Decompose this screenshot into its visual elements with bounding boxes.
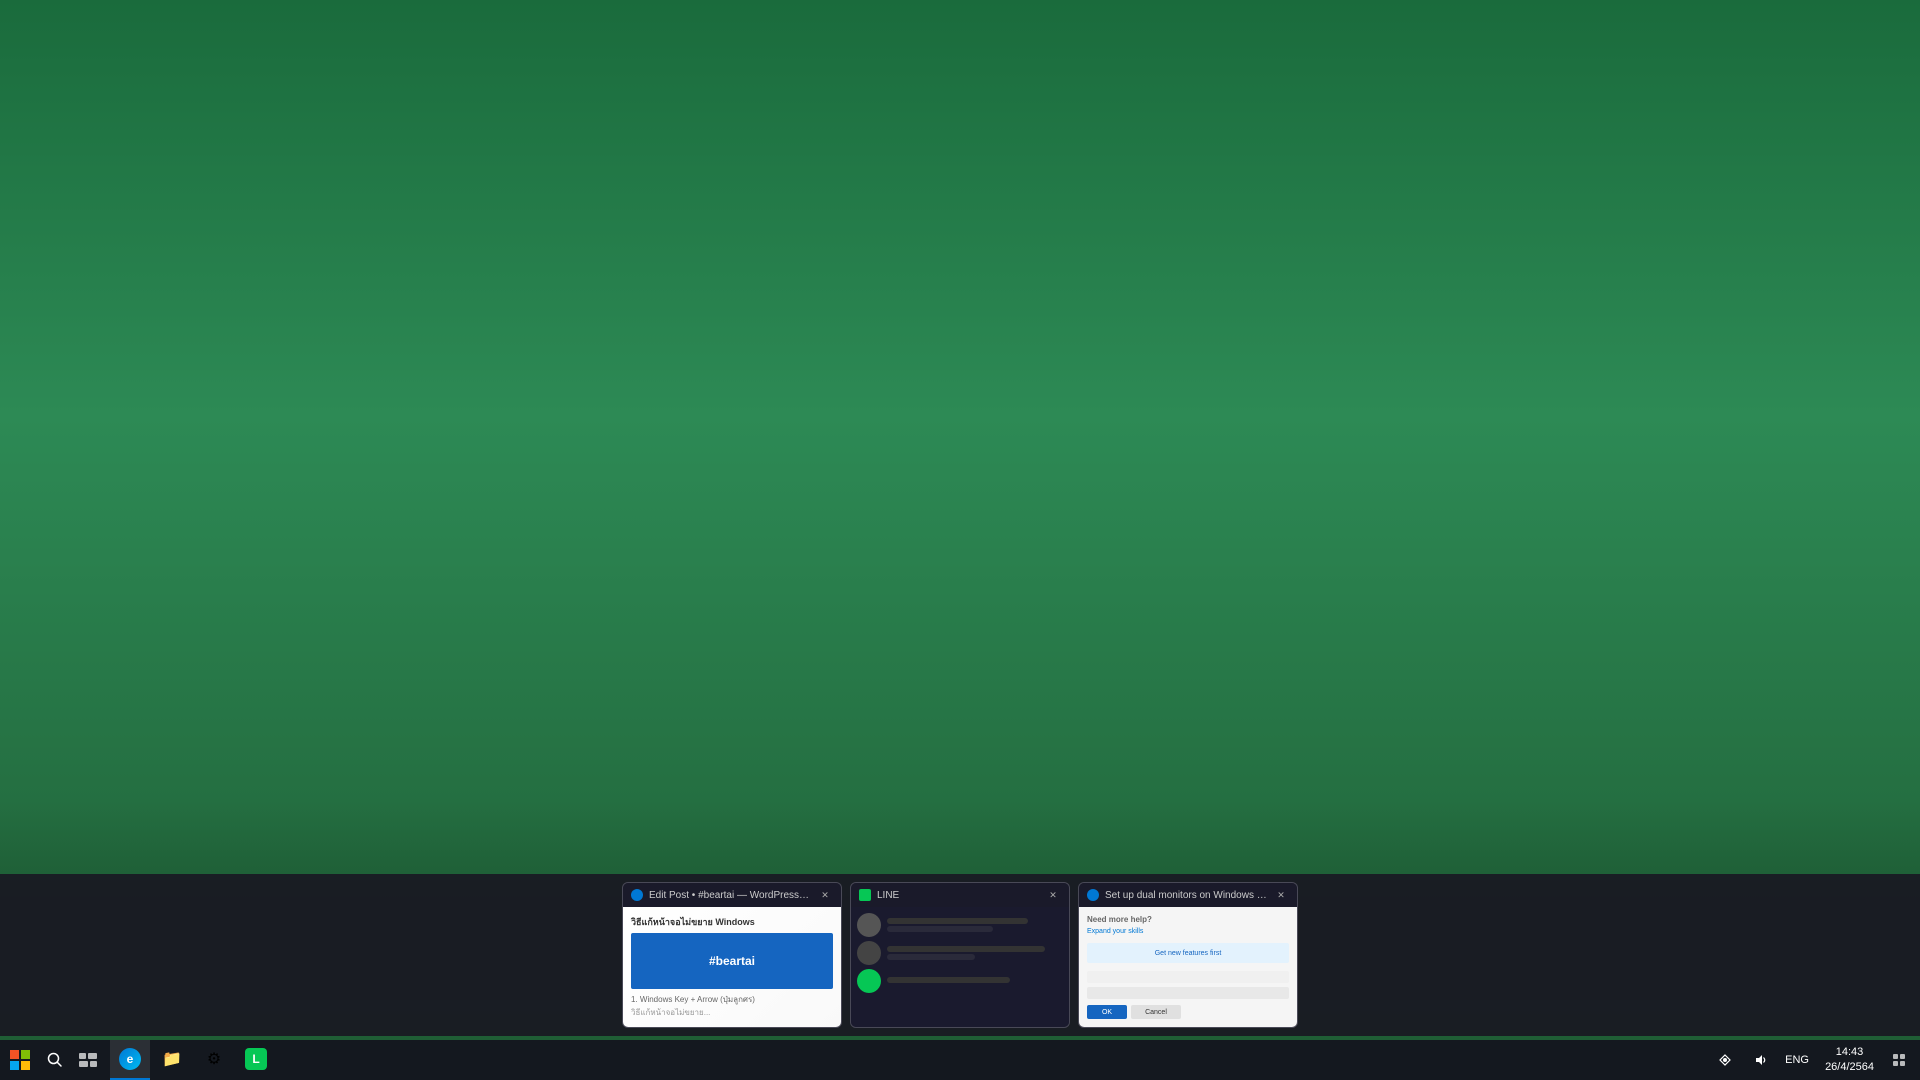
preview-setup-label: Set up dual monitors on Windows 10 and 1… — [1105, 890, 1267, 901]
taskbar-system-tray: ENG 14:43 26/4/2564 — [1709, 1040, 1920, 1080]
preview-setup-title: Need more help? — [1087, 915, 1289, 924]
preview-setup[interactable]: Set up dual monitors on Windows 10 and 1… — [1078, 882, 1298, 1028]
preview-line-msg2-line1 — [887, 946, 1045, 952]
taskbar-lang-label[interactable]: ENG — [1781, 1040, 1813, 1080]
preview-line-msg3 — [887, 977, 1063, 985]
preview-setup-favicon — [1087, 889, 1099, 901]
preview-line[interactable]: LINE ✕ — [850, 882, 1070, 1028]
taskbar-settings-app[interactable]: ⚙ — [194, 1040, 234, 1080]
preview-wp-banner: #beartai — [631, 933, 833, 989]
preview-line-msg1-line2 — [887, 926, 993, 932]
preview-setup-img: Need more help? Expand your skills Get n… — [1079, 907, 1297, 1027]
preview-wp-close[interactable]: ✕ — [817, 887, 833, 903]
preview-line-msg3-line1 — [887, 977, 1010, 983]
taskbar-preview-container: Edit Post • #beartai — WordPress and 1 m… — [0, 874, 1920, 1036]
preview-setup-content: Need more help? Expand your skills Get n… — [1079, 907, 1297, 1027]
preview-setup-btns: Get new features first — [1087, 943, 1289, 963]
search-icon — [47, 1052, 63, 1068]
preview-line-img — [851, 907, 1069, 1027]
taskbar-start-button[interactable] — [0, 1040, 40, 1080]
preview-setup-bar1 — [1087, 971, 1289, 983]
taskbar-date: 26/4/2564 — [1825, 1060, 1874, 1075]
preview-line-chat2 — [857, 941, 1063, 965]
preview-wp-titlebar: Edit Post • #beartai — WordPress and 1 m… — [623, 883, 841, 907]
preview-line-msg1-line1 — [887, 918, 1028, 924]
taskbar-volume-icon[interactable] — [1745, 1040, 1777, 1080]
taskbar-explorer-app[interactable]: 📁 — [152, 1040, 192, 1080]
preview-setup-footer-btns: OK Cancel — [1087, 1005, 1289, 1019]
taskbar-line-icon: L — [245, 1048, 267, 1070]
preview-setup-subtitle: Expand your skills — [1087, 928, 1289, 935]
preview-line-msg2-line2 — [887, 954, 975, 960]
preview-line-avatar3 — [857, 969, 881, 993]
preview-line-msg1 — [887, 918, 1063, 932]
preview-line-chat3 — [857, 969, 1063, 993]
taskbar-network-icon[interactable] — [1709, 1040, 1741, 1080]
preview-cancel-btn: Cancel — [1131, 1005, 1181, 1019]
preview-wp-favicon — [631, 889, 643, 901]
preview-line-content — [851, 907, 1069, 1027]
preview-line-favicon — [859, 889, 871, 901]
taskbar-settings-icon: ⚙ — [203, 1048, 225, 1070]
preview-line-label: LINE — [877, 890, 1039, 901]
preview-line-close[interactable]: ✕ — [1045, 887, 1061, 903]
notification-center-icon — [1893, 1054, 1905, 1066]
preview-line-msg2 — [887, 946, 1063, 960]
taskbar-clock[interactable]: 14:43 26/4/2564 — [1817, 1045, 1882, 1076]
preview-wp-text1: 1. Windows Key + Arrow (ปุ่มลูกศร) — [631, 993, 833, 1006]
preview-wp-img: วิธีแก้หน้าจอไม่ขยาย Windows #beartai 1.… — [623, 907, 841, 1027]
preview-line-titlebar: LINE ✕ — [851, 883, 1069, 907]
preview-beartai-mini: #beartai — [709, 954, 755, 968]
preview-line-avatar1 — [857, 913, 881, 937]
taskbar-edge-icon: e — [119, 1048, 141, 1070]
volume-icon — [1754, 1053, 1768, 1067]
windows-logo-icon — [10, 1050, 30, 1070]
taskbar-explorer-icon: 📁 — [161, 1048, 183, 1070]
preview-setup-close[interactable]: ✕ — [1273, 887, 1289, 903]
taskbar: e 📁 ⚙ L ENG 14:43 26/4/2564 — [0, 1040, 1920, 1080]
preview-wp-label: Edit Post • #beartai — WordPress and 1 m… — [649, 890, 811, 901]
taskbar-notification-button[interactable] — [1886, 1040, 1912, 1080]
preview-ok-btn: OK — [1087, 1005, 1127, 1019]
taskbar-time: 14:43 — [1825, 1045, 1874, 1060]
preview-wp-title: วิธีแก้หน้าจอไม่ขยาย Windows — [631, 915, 833, 929]
network-icon — [1718, 1053, 1732, 1067]
preview-setup-bar2 — [1087, 987, 1289, 999]
preview-setup-titlebar: Set up dual monitors on Windows 10 and 1… — [1079, 883, 1297, 907]
preview-wordpress[interactable]: Edit Post • #beartai — WordPress and 1 m… — [622, 882, 842, 1028]
taskbar-task-view-button[interactable] — [70, 1040, 106, 1080]
taskbar-search-button[interactable] — [40, 1040, 70, 1080]
preview-line-avatar2 — [857, 941, 881, 965]
preview-line-chat1 — [857, 913, 1063, 937]
preview-wp-text2: วิธีแก้หน้าจอไม่ขยาย... — [631, 1006, 833, 1019]
preview-wp-content: วิธีแก้หน้าจอไม่ขยาย Windows #beartai 1.… — [623, 907, 841, 1027]
taskbar-line-app[interactable]: L — [236, 1040, 276, 1080]
preview-training-btn: Get new features first — [1087, 943, 1289, 963]
taskbar-edge-app[interactable]: e — [110, 1040, 150, 1080]
task-view-icon — [79, 1053, 97, 1067]
taskbar-apps: e 📁 ⚙ L — [110, 1040, 276, 1080]
